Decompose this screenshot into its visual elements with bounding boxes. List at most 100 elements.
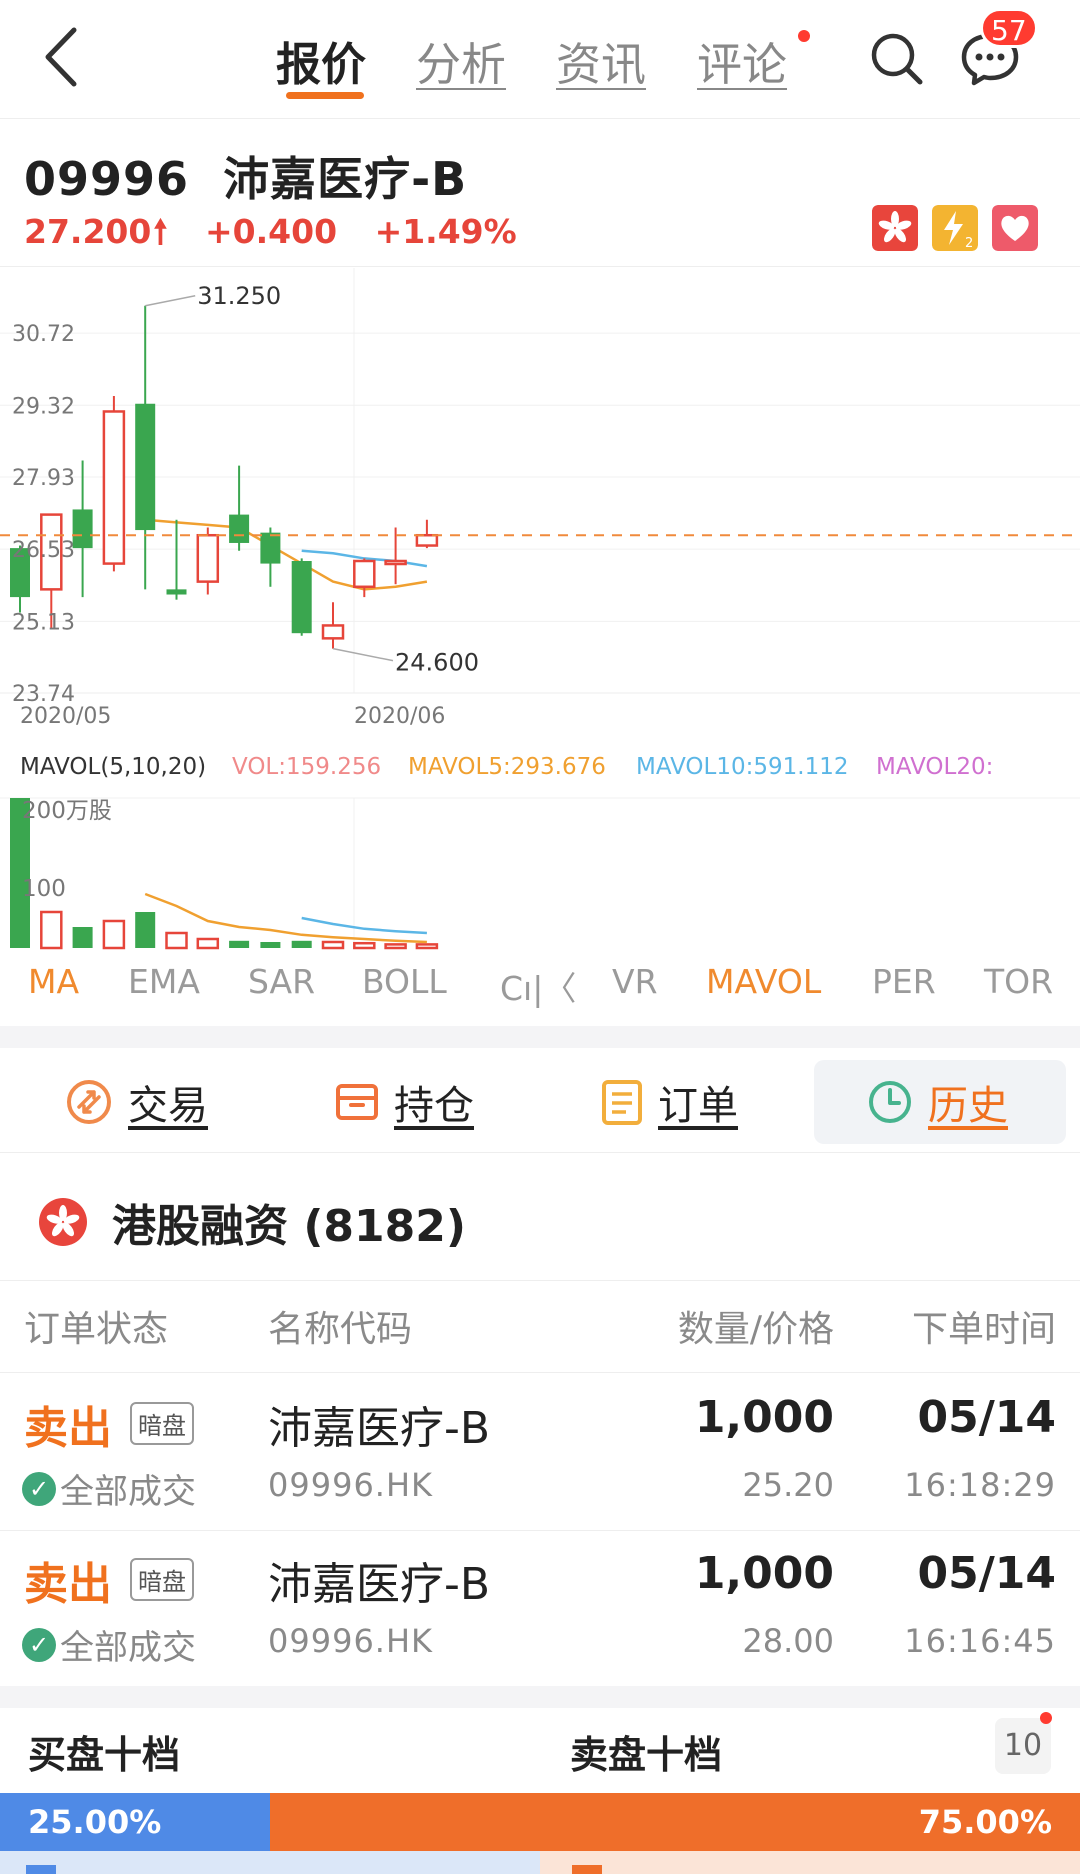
x-tick-label: 2020/06	[354, 704, 445, 729]
trade-icon	[67, 1080, 111, 1124]
candle-body	[291, 561, 312, 634]
volume-bar	[165, 931, 188, 950]
volume-title: MAVOL(5,10,20)	[20, 754, 206, 780]
positions-button[interactable]: 持仓	[334, 1060, 474, 1144]
order-stock-code: 09996.HK	[268, 1466, 434, 1504]
volume-bar	[72, 927, 93, 948]
volume-legend-item: VOL:159.256	[232, 754, 381, 780]
volume-bar	[353, 941, 376, 950]
order-side: 卖出	[24, 1403, 112, 1454]
candle	[72, 460, 93, 598]
bid-ratio: 25.00%	[0, 1793, 270, 1851]
order-quantity: 1,000	[694, 1392, 834, 1443]
candle-body	[260, 532, 281, 564]
price-change: +0.400	[205, 212, 338, 251]
indicator-tabs: MA EMA SAR BOLL Cı|〈 VR MAVOL PER TOR	[0, 962, 1080, 1018]
volume-bar	[260, 942, 281, 948]
mavol-line	[301, 916, 427, 935]
y-tick-label: 30.72	[12, 322, 75, 347]
volume-bar	[415, 943, 439, 950]
trade-button[interactable]: 交易	[64, 1060, 208, 1144]
divider	[0, 1530, 1080, 1531]
order-status: ✓ 全部成交	[22, 1464, 196, 1513]
order-stock-code: 09996.HK	[268, 1622, 434, 1660]
candle	[353, 558, 376, 598]
candle-body	[353, 559, 376, 589]
order-date: 05/14	[917, 1548, 1056, 1599]
y-tick-label: 29.32	[12, 394, 75, 419]
search-icon[interactable]	[868, 30, 924, 86]
y-tick-label: 100	[22, 876, 66, 902]
comments-unread-dot	[798, 30, 810, 42]
candle-body	[102, 410, 126, 565]
svg-text:2: 2	[965, 236, 973, 251]
positions-label: 持仓	[394, 1083, 474, 1129]
dark-pool-tag: 暗盘	[130, 1558, 194, 1601]
col-name-code: 名称代码	[268, 1309, 413, 1350]
depth-level-button[interactable]: 10	[995, 1718, 1051, 1774]
divider	[0, 1372, 1080, 1373]
bid-ask-ratio-bar: 25.00% 75.00%	[0, 1793, 1080, 1851]
order-price: 28.00	[742, 1622, 834, 1660]
candle-body	[384, 559, 407, 566]
hk-market-icon[interactable]	[872, 205, 918, 251]
tab-comments[interactable]: 评论	[697, 28, 787, 93]
volume-legend-item: MAVOL20:	[876, 754, 993, 780]
indicator-tab[interactable]: PER	[872, 962, 936, 1001]
history-label: 历史	[928, 1083, 1008, 1129]
favorite-heart-icon[interactable]	[992, 205, 1038, 251]
order-date: 05/14	[917, 1392, 1056, 1443]
indicator-tab[interactable]: MA	[28, 962, 79, 1001]
volume-chart[interactable]: MAVOL(5,10,20) VOL:159.256 MAVOL5:293.676 M…	[0, 738, 1080, 953]
current-price: 27.200🠕	[24, 212, 168, 251]
order-stock-name: 沛嘉医疗-B	[268, 1403, 491, 1454]
low-label: 24.600	[395, 649, 479, 677]
indicator-tab[interactable]: Cı|〈	[500, 962, 576, 1010]
order-row[interactable]: 卖出 暗盘 ✓ 全部成交 沛嘉医疗-B 09996.HK 1,000 28.00…	[0, 1534, 1080, 1689]
top-nav: 报价 分析 资讯 评论 57	[0, 0, 1080, 118]
ma-line	[145, 518, 428, 591]
back-arrow-icon[interactable]	[38, 22, 88, 92]
high-label: 31.250	[197, 282, 281, 310]
history-button[interactable]: 历史	[814, 1060, 1066, 1144]
indicator-tab[interactable]: VR	[612, 962, 658, 1001]
ask-levels-label: 卖盘十档	[570, 1733, 723, 1777]
col-order-time: 下单时间	[911, 1309, 1056, 1350]
volume-bar	[196, 937, 220, 950]
orderbook-rows-preview	[0, 1851, 1080, 1874]
stock-name: 沛嘉医疗-B	[223, 152, 468, 206]
low-pointer	[332, 647, 394, 662]
message-count-badge: 57	[980, 8, 1038, 48]
tab-analysis[interactable]: 分析	[416, 28, 506, 93]
candlestick-chart[interactable]: 30.7229.3227.9326.5325.1323.742020/05 202…	[0, 268, 1080, 738]
candle	[229, 465, 250, 551]
order-side: 卖出	[24, 1559, 112, 1610]
stock-code: 09996	[24, 152, 190, 206]
volume-bar	[229, 940, 250, 948]
account-header[interactable]: 港股融资 (8182)	[38, 1190, 466, 1254]
candle	[415, 519, 439, 549]
check-icon: ✓	[22, 1471, 56, 1506]
candle-body	[196, 533, 220, 583]
candle	[196, 527, 220, 595]
account-title: 港股融资 (8182)	[112, 1201, 466, 1252]
col-status: 订单状态	[24, 1309, 169, 1350]
indicator-tab[interactable]: BOLL	[362, 962, 447, 1001]
x-tick-label: 2020/05	[20, 704, 111, 729]
stock-title: 09996 沛嘉医疗-B	[24, 143, 467, 209]
candle	[102, 396, 126, 572]
tab-quote[interactable]: 报价	[276, 28, 366, 93]
order-stock-name: 沛嘉医疗-B	[268, 1559, 491, 1610]
y-tick-label: 26.53	[12, 538, 75, 563]
indicator-tab[interactable]: TOR	[984, 962, 1053, 1001]
volume-bar	[102, 919, 126, 950]
volume-legend-item: MAVOL5:293.676	[408, 754, 606, 780]
orders-button[interactable]: 订单	[600, 1060, 738, 1144]
tab-news[interactable]: 资讯	[556, 28, 646, 93]
indicator-tab[interactable]: MAVOL	[706, 962, 821, 1001]
indicator-tab[interactable]: EMA	[128, 962, 200, 1001]
lightning-level2-icon[interactable]: 2	[932, 205, 978, 251]
indicator-tab[interactable]: SAR	[248, 962, 315, 1001]
order-row[interactable]: 卖出 暗盘 ✓ 全部成交 沛嘉医疗-B 09996.HK 1,000 25.20…	[0, 1378, 1080, 1533]
divider	[0, 118, 1080, 119]
